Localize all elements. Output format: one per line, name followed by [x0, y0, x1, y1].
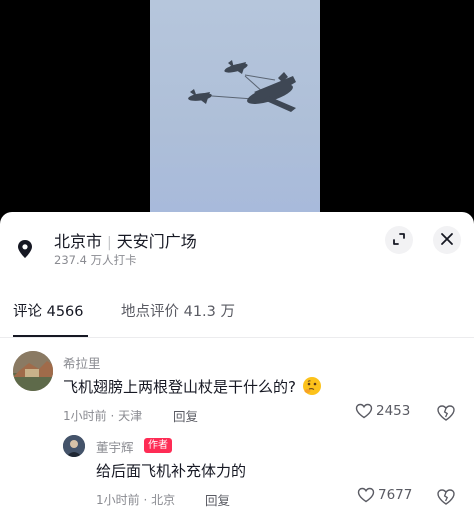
heart-icon [357, 487, 375, 503]
comment-username[interactable]: 董宇辉 [96, 437, 134, 456]
tab-place-rating[interactable]: 地点评价 41.3 万 [121, 300, 235, 321]
avatar[interactable] [13, 351, 53, 391]
video-frame [150, 0, 320, 212]
comment-sheet: 北京市 | 天安门广场 237.4 万人打卡 评论 4566 地点评价 41.3 万 [0, 212, 474, 516]
expand-button[interactable] [385, 226, 413, 254]
location-pin-icon [14, 238, 36, 260]
tab-comments[interactable]: 评论 4566 [13, 300, 84, 321]
broken-heart-icon [437, 405, 455, 421]
broken-heart-icon [437, 489, 455, 505]
dislike-button[interactable] [436, 488, 456, 510]
location-title: 北京市 | 天安门广场 [54, 228, 197, 252]
title-separator: | [107, 235, 112, 251]
like-count: 2453 [376, 403, 411, 419]
aircraft-image [188, 60, 296, 112]
expand-icon [392, 231, 406, 250]
location-city: 北京市 [54, 232, 103, 251]
comment-time-location: 1小时前 · 北京 [96, 493, 176, 507]
reply-button[interactable]: 回复 [173, 406, 198, 425]
location-place: 天安门广场 [116, 232, 197, 251]
thinking-emoji-icon [302, 376, 322, 396]
comment-text: 飞机翅膀上两根登山杖是干什么的? [63, 376, 322, 397]
like-button[interactable]: 7677 [357, 487, 412, 503]
video-player[interactable] [0, 0, 474, 230]
avatar[interactable] [63, 435, 85, 457]
like-count: 7677 [378, 487, 413, 503]
active-tab-indicator [13, 335, 88, 337]
like-button[interactable]: 2453 [355, 403, 410, 419]
checkin-count: 237.4 万人打卡 [54, 253, 137, 267]
author-badge: 作者 [144, 438, 172, 453]
location-header[interactable]: 北京市 | 天安门广场 237.4 万人打卡 [0, 212, 474, 282]
comment-time-location: 1小时前 · 天津 [63, 409, 143, 423]
comment-text: 给后面飞机补充体力的 [96, 462, 247, 480]
comment-item: 希拉里 飞机翅膀上两根登山杖是干什么的? 1小时前 · 天津 回复 2453 [0, 348, 474, 432]
tab-bar: 评论 4566 地点评价 41.3 万 [0, 294, 474, 338]
comment-username[interactable]: 希拉里 [63, 353, 101, 372]
comment-text-content: 飞机翅膀上两根登山杖是干什么的? [63, 378, 296, 396]
close-icon [440, 231, 454, 250]
dislike-button[interactable] [436, 404, 456, 426]
close-button[interactable] [433, 226, 461, 254]
reply-comment-item: 董宇辉 作者 给后面飞机补充体力的 1小时前 · 北京 回复 7677 [0, 432, 474, 516]
reply-button[interactable]: 回复 [205, 490, 230, 509]
heart-icon [355, 403, 373, 419]
